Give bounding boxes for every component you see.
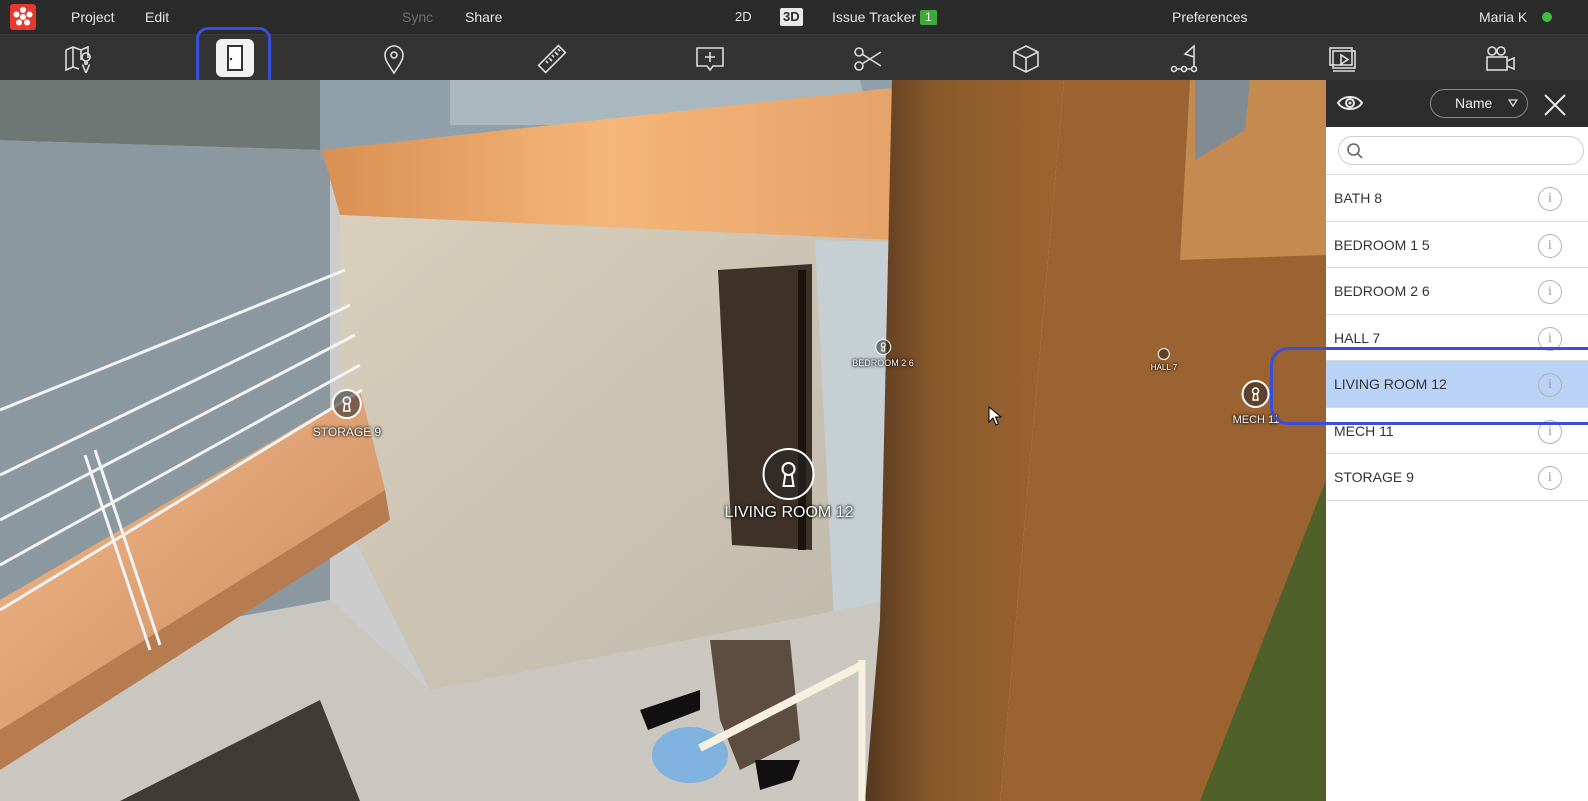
keyhole-icon [762,448,815,500]
info-icon[interactable]: i [1538,326,1562,351]
ruler-icon[interactable] [532,39,572,79]
keyhole-icon [332,389,362,419]
project-menu[interactable]: Project [71,0,115,34]
info-icon[interactable]: i [1538,187,1562,211]
room-marker-hall[interactable]: HALL 7 [1151,348,1177,372]
map-pin-icon[interactable] [58,39,98,79]
app-logo-icon[interactable] [10,4,36,30]
info-icon[interactable]: i [1538,373,1562,397]
info-icon[interactable]: i [1538,233,1562,258]
room-marker-label: STORAGE 9 [312,425,382,439]
list-item[interactable]: STORAGE 9 i [1326,454,1588,501]
info-icon[interactable]: i [1538,280,1562,304]
room-marker-bedroom-2[interactable]: BEDROOM 2 6 [852,339,914,368]
info-icon[interactable]: i [1538,419,1562,444]
3d-viewport[interactable]: LIVING ROOM 12 STORAGE 9 BEDROOM 2 6 HAL… [0,80,1326,801]
camera-icon[interactable] [1480,39,1520,79]
user-menu[interactable]: Maria K [1479,0,1527,34]
room-marker-mech[interactable]: MECH 11 [1232,380,1280,426]
sort-dropdown-label: Name [1455,95,1493,111]
room-marker-living-room[interactable]: LIVING ROOM 12 [724,448,854,522]
room-search [1326,127,1588,175]
rooms-panel: Name BATH 8 i BEDROOM 1 5 i BEDROOM 2 6 i H… [1326,80,1588,801]
issue-tracker-label: Issue Tracker [832,9,917,25]
chevron-down-icon [1508,99,1518,107]
list-item[interactable]: BEDROOM 1 5 i [1326,221,1588,268]
room-name: HALL 7 [1334,329,1381,346]
mouse-cursor-icon [988,405,1003,431]
preferences-menu[interactable]: Preferences [1172,0,1247,34]
room-list: BATH 8 i BEDROOM 1 5 i BEDROOM 2 6 i HALL 7… [1326,175,1588,501]
eye-icon[interactable] [1336,92,1364,114]
room-marker-label: HALL 7 [1150,363,1178,372]
room-marker-label: LIVING ROOM 12 [724,504,854,521]
cube-icon[interactable] [1006,39,1046,79]
share-menu[interactable]: Share [465,0,502,34]
close-icon[interactable] [1542,92,1568,118]
list-item[interactable]: BATH 8 i [1326,175,1588,222]
issue-count-badge: 1 [920,10,937,25]
room-name: BATH 8 [1334,190,1382,206]
keyhole-icon [1157,348,1170,360]
mode-3d-button[interactable]: 3D [780,8,803,26]
mode-2d-button[interactable]: 2D [732,8,755,26]
room-name: BEDROOM 2 6 [1334,283,1430,299]
presentation-icon[interactable] [1322,39,1362,79]
rooms-panel-header: Name [1326,80,1588,127]
door-icon[interactable] [216,39,254,77]
info-icon[interactable]: i [1538,466,1562,490]
search-icon [1347,143,1363,159]
list-item[interactable]: BEDROOM 2 6 i [1326,268,1588,315]
list-item-selected[interactable]: LIVING ROOM 12 i [1326,361,1588,408]
list-item[interactable]: MECH 11 i [1326,407,1588,454]
add-comment-icon[interactable] [690,39,730,79]
list-item[interactable]: HALL 7 i [1326,314,1588,361]
location-pin-icon[interactable] [374,39,414,79]
menu-bar: Project Edit Sync Share 2D 3D Issue Trac… [0,0,1588,34]
tool-bar [0,34,1588,80]
keyhole-icon [1242,380,1270,408]
room-marker-storage[interactable]: STORAGE 9 [313,389,381,439]
room-name: LIVING ROOM 12 [1334,376,1447,392]
search-input[interactable] [1338,136,1584,165]
room-marker-label: MECH 11 [1232,414,1280,426]
scene-render [0,80,1326,801]
edit-menu[interactable]: Edit [145,0,169,34]
keyhole-icon [874,339,891,355]
room-name: STORAGE 9 [1334,469,1414,485]
sync-menu[interactable]: Sync [402,0,433,34]
room-name: MECH 11 [1334,422,1394,439]
path-flag-icon[interactable] [1164,39,1204,79]
room-marker-label: BEDROOM 2 6 [852,358,914,368]
sort-dropdown[interactable]: Name [1430,89,1528,118]
room-name: BEDROOM 1 5 [1334,236,1430,253]
online-status-indicator [1542,12,1552,22]
issue-tracker-menu[interactable]: Issue Tracker 1 [832,0,937,34]
section-cut-icon[interactable] [848,39,888,79]
